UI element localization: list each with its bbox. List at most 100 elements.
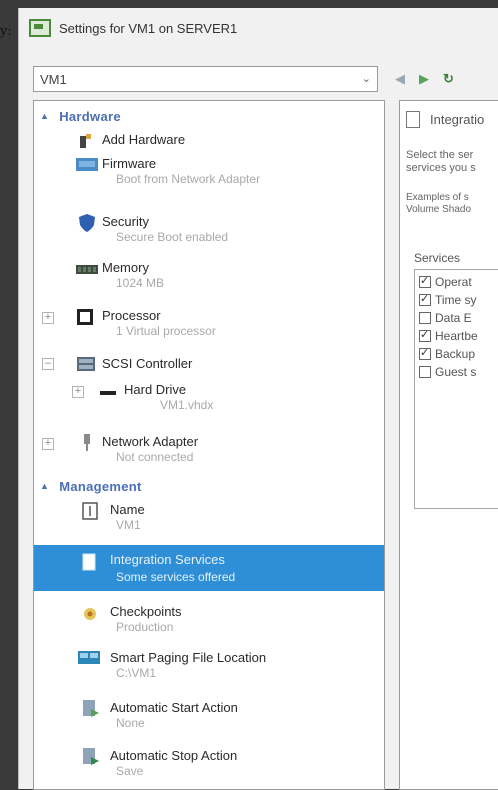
tree-item-label: Name bbox=[110, 502, 145, 517]
tree-item-label: Checkpoints bbox=[110, 604, 182, 619]
checkpoints-icon bbox=[82, 606, 100, 622]
service-label: Heartbe bbox=[435, 329, 478, 343]
tree-item-label: Firmware bbox=[102, 156, 157, 171]
expand-plus-icon[interactable]: + bbox=[72, 386, 84, 398]
tree-item-smart-paging[interactable]: Smart Paging File Location C:\VM1 bbox=[34, 647, 384, 683]
tree-item-sublabel: 1 Virtual processor bbox=[116, 324, 216, 338]
tree-item-sublabel: Save bbox=[116, 764, 144, 778]
scsi-controller-icon bbox=[76, 355, 95, 371]
service-item[interactable]: Data E bbox=[419, 310, 472, 326]
network-adapter-icon bbox=[80, 433, 98, 451]
forward-arrow-icon[interactable]: ▶ bbox=[419, 71, 429, 87]
tree-item-checkpoints[interactable]: Checkpoints Production bbox=[34, 601, 384, 637]
collapse-caret-icon[interactable]: ▲ bbox=[40, 111, 49, 121]
tree-item-name[interactable]: Name VM1 bbox=[34, 499, 384, 535]
details-pane: Integratio Select the ser services you s… bbox=[399, 100, 498, 790]
tree-item-sublabel: C:\VM1 bbox=[116, 666, 157, 680]
prefix-label: y: bbox=[0, 24, 12, 39]
tree-item-sublabel: Production bbox=[116, 620, 174, 634]
services-label: Services bbox=[414, 251, 461, 265]
checkbox[interactable] bbox=[419, 366, 431, 378]
back-arrow-icon[interactable]: ◀ bbox=[395, 71, 405, 87]
memory-icon bbox=[76, 263, 98, 279]
tree-item-processor[interactable]: + Processor 1 Virtual processor bbox=[34, 305, 384, 341]
chevron-down-icon[interactable]: ⌄ bbox=[362, 72, 371, 85]
tree-item-hard-drive[interactable]: + Hard Drive VM1.vhdx bbox=[34, 379, 384, 415]
vm-settings-icon bbox=[29, 19, 51, 37]
auto-start-icon bbox=[82, 699, 100, 717]
add-hardware-icon bbox=[76, 132, 94, 148]
checkbox[interactable] bbox=[419, 328, 431, 342]
tree-item-label: Integration Services bbox=[110, 552, 225, 567]
vm-selector-value: VM1 bbox=[40, 71, 67, 87]
window-title: Settings for VM1 on SERVER1 bbox=[59, 20, 238, 36]
tree-item-add-hardware[interactable]: Add Hardware bbox=[34, 129, 384, 151]
service-item[interactable]: Guest s bbox=[419, 364, 476, 380]
checkbox[interactable] bbox=[419, 274, 431, 288]
tree-item-label: Memory bbox=[102, 260, 149, 275]
service-label: Data E bbox=[435, 311, 472, 325]
service-label: Operat bbox=[435, 275, 472, 289]
settings-window: Settings for VM1 on SERVER1 VM1 ⌄ ◀ ▶ ↻ … bbox=[18, 8, 498, 790]
tree-item-sublabel: VM1.vhdx bbox=[160, 398, 214, 412]
tree-item-firmware[interactable]: Firmware Boot from Network Adapter bbox=[34, 153, 384, 189]
service-item[interactable]: Time sy bbox=[419, 292, 477, 308]
tree-item-memory[interactable]: Memory 1024 MB bbox=[34, 257, 384, 293]
navigation-buttons: ◀ ▶ ↻ bbox=[395, 66, 454, 92]
shield-icon bbox=[78, 213, 96, 232]
tree-item-scsi-controller[interactable]: – SCSI Controller bbox=[34, 353, 384, 375]
management-section-header[interactable]: ▲ Management bbox=[40, 477, 142, 495]
tree-item-sublabel: Not connected bbox=[116, 450, 194, 464]
tree-item-sublabel: None bbox=[116, 716, 145, 730]
tree-item-integration-services[interactable]: Integration Services Some services offer… bbox=[34, 545, 384, 591]
service-item[interactable]: Operat bbox=[419, 274, 472, 290]
service-item[interactable]: Heartbe bbox=[419, 328, 478, 344]
details-header: Integratio bbox=[406, 111, 484, 128]
tree-item-sublabel: Some services offered bbox=[116, 570, 236, 584]
hard-drive-icon bbox=[100, 385, 118, 401]
processor-icon bbox=[76, 308, 94, 325]
tree-item-sublabel: VM1 bbox=[116, 518, 141, 532]
name-icon bbox=[82, 502, 100, 520]
settings-tree: ▲ Hardware Add Hardware Firmware Boot fr… bbox=[33, 100, 385, 790]
expand-plus-icon[interactable]: + bbox=[42, 438, 54, 450]
expand-plus-icon[interactable]: + bbox=[42, 312, 54, 324]
tree-item-sublabel: Secure Boot enabled bbox=[116, 230, 229, 244]
details-examples-line-2: Volume Shado bbox=[406, 204, 472, 215]
checkbox[interactable] bbox=[419, 312, 431, 324]
tree-item-label: Automatic Start Action bbox=[110, 700, 238, 715]
details-title: Integratio bbox=[430, 112, 485, 127]
firmware-icon bbox=[76, 157, 98, 173]
tree-item-automatic-stop-action[interactable]: Automatic Stop Action Save bbox=[34, 745, 384, 781]
auto-stop-icon bbox=[82, 747, 100, 765]
services-list: Operat Time sy Data E Heartbe Backup Gue… bbox=[414, 269, 498, 509]
tree-item-label: Automatic Stop Action bbox=[110, 748, 238, 763]
tree-item-label: Processor bbox=[102, 308, 161, 323]
details-description-line-2: services you s bbox=[406, 162, 476, 174]
integration-services-icon bbox=[406, 111, 420, 128]
management-header-label: Management bbox=[59, 478, 142, 494]
service-item[interactable]: Backup bbox=[419, 346, 475, 362]
tree-item-automatic-start-action[interactable]: Automatic Start Action None bbox=[34, 697, 384, 733]
service-label: Backup bbox=[435, 347, 476, 361]
tree-item-label: Smart Paging File Location bbox=[110, 650, 267, 665]
tree-item-label: Network Adapter bbox=[102, 434, 199, 449]
tree-item-label: Hard Drive bbox=[124, 382, 187, 397]
tree-item-network-adapter[interactable]: + Network Adapter Not connected bbox=[34, 431, 384, 467]
hardware-section-header[interactable]: ▲ Hardware bbox=[40, 107, 121, 125]
tree-item-label: Security bbox=[102, 214, 149, 229]
collapse-minus-icon[interactable]: – bbox=[42, 358, 54, 370]
tree-item-label: SCSI Controller bbox=[102, 356, 193, 371]
title-bar: Settings for VM1 on SERVER1 bbox=[19, 8, 498, 48]
integration-services-icon bbox=[82, 553, 100, 571]
details-description-line-1: Select the ser bbox=[406, 149, 474, 161]
checkbox[interactable] bbox=[419, 346, 431, 360]
tree-item-label: Add Hardware bbox=[102, 132, 186, 147]
hardware-header-label: Hardware bbox=[59, 108, 121, 124]
collapse-caret-icon[interactable]: ▲ bbox=[40, 481, 49, 491]
vm-selector-dropdown[interactable]: VM1 ⌄ bbox=[33, 66, 378, 92]
refresh-icon[interactable]: ↻ bbox=[443, 71, 454, 87]
tree-item-security[interactable]: Security Secure Boot enabled bbox=[34, 211, 384, 247]
service-label: Time sy bbox=[435, 293, 477, 307]
checkbox[interactable] bbox=[419, 292, 431, 306]
